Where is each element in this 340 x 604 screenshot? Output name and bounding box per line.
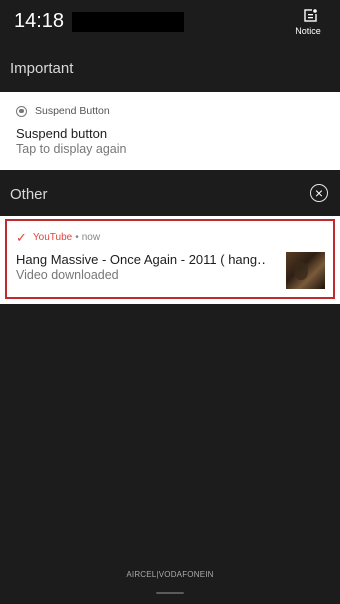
- carrier-label: AIRCEL|VODAFONEIN: [126, 570, 214, 579]
- section-title-important: Important: [10, 60, 74, 77]
- clear-other-button[interactable]: ×: [310, 184, 328, 202]
- suspend-subtitle: Tap to display again: [16, 142, 127, 156]
- highlight-outline: [5, 219, 335, 299]
- notice-icon: [304, 8, 318, 22]
- notice-label: Notice: [295, 26, 321, 36]
- navigation-bar: AIRCEL|VODAFONEIN: [0, 560, 340, 604]
- clock: 14:18: [14, 10, 65, 32]
- home-indicator[interactable]: [156, 592, 184, 594]
- close-circle-icon: ×: [314, 185, 324, 201]
- section-other: Other ×: [0, 172, 340, 216]
- status-bar: 14:18 Notice: [0, 0, 340, 46]
- notice-button[interactable]: Notice: [295, 8, 326, 36]
- suspend-title: Suspend button: [16, 126, 108, 141]
- suspend-app-row: Suspend Button: [16, 105, 110, 117]
- radio-button-icon: [16, 105, 27, 117]
- suspend-notification[interactable]: Suspend Button Suspend button Tap to dis…: [0, 92, 340, 170]
- section-title-other: Other: [10, 186, 48, 203]
- suspend-app-name: Suspend Button: [35, 105, 110, 117]
- section-important: Important: [0, 46, 340, 90]
- redacted-area: [72, 12, 184, 32]
